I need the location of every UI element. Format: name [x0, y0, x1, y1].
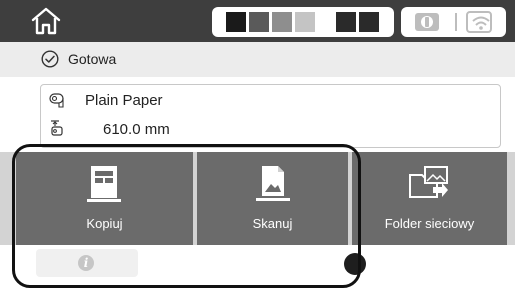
- check-circle-icon: [41, 50, 59, 68]
- info-glyph: i: [83, 256, 89, 270]
- tile-scan-label: Skanuj: [252, 216, 293, 231]
- divider: [455, 13, 457, 31]
- ink-levels-button[interactable]: [212, 7, 394, 37]
- paper-roll-icon: [49, 93, 64, 108]
- ink-bar-3: [272, 12, 292, 32]
- paper-length-icon: [51, 120, 63, 136]
- top-bar: [0, 0, 515, 42]
- page-indicator-dot[interactable]: [344, 253, 366, 275]
- scan-icon: [256, 166, 290, 201]
- paper-length-value: 610.0 mm: [103, 121, 170, 138]
- copy-icon: [87, 166, 121, 202]
- tile-copy-label: Kopiuj: [86, 216, 123, 231]
- wifi-icon: [466, 11, 492, 33]
- paper-type-label: Plain Paper: [85, 92, 163, 109]
- network-status-button[interactable]: [401, 7, 506, 37]
- ink-bar-4: [295, 12, 315, 32]
- paper-settings-panel[interactable]: Plain Paper 610.0 mm: [40, 84, 501, 148]
- maintenance-box-icon: [415, 13, 439, 31]
- paper-length-unit: mm: [144, 121, 170, 138]
- status-text: Gotowa: [68, 51, 117, 67]
- ink-bar-5: [336, 12, 356, 32]
- home-button[interactable]: [28, 6, 64, 36]
- ink-bar-2: [249, 12, 269, 32]
- tile-network-folder-label: Folder sieciowy: [384, 216, 475, 231]
- printer-status-bar[interactable]: Gotowa: [0, 42, 515, 77]
- tile-scan[interactable]: Skanuj: [197, 152, 348, 245]
- ink-bar-6: [359, 12, 379, 32]
- ink-bar-1: [226, 12, 246, 32]
- home-icon: [31, 7, 61, 35]
- info-button[interactable]: i: [36, 249, 138, 277]
- paper-length-number: 610.0: [103, 121, 141, 138]
- network-folder-icon: [409, 166, 448, 198]
- tile-copy[interactable]: Kopiuj: [16, 152, 193, 245]
- info-icon: i: [78, 255, 94, 271]
- tile-network-folder[interactable]: Folder sieciowy: [352, 152, 507, 245]
